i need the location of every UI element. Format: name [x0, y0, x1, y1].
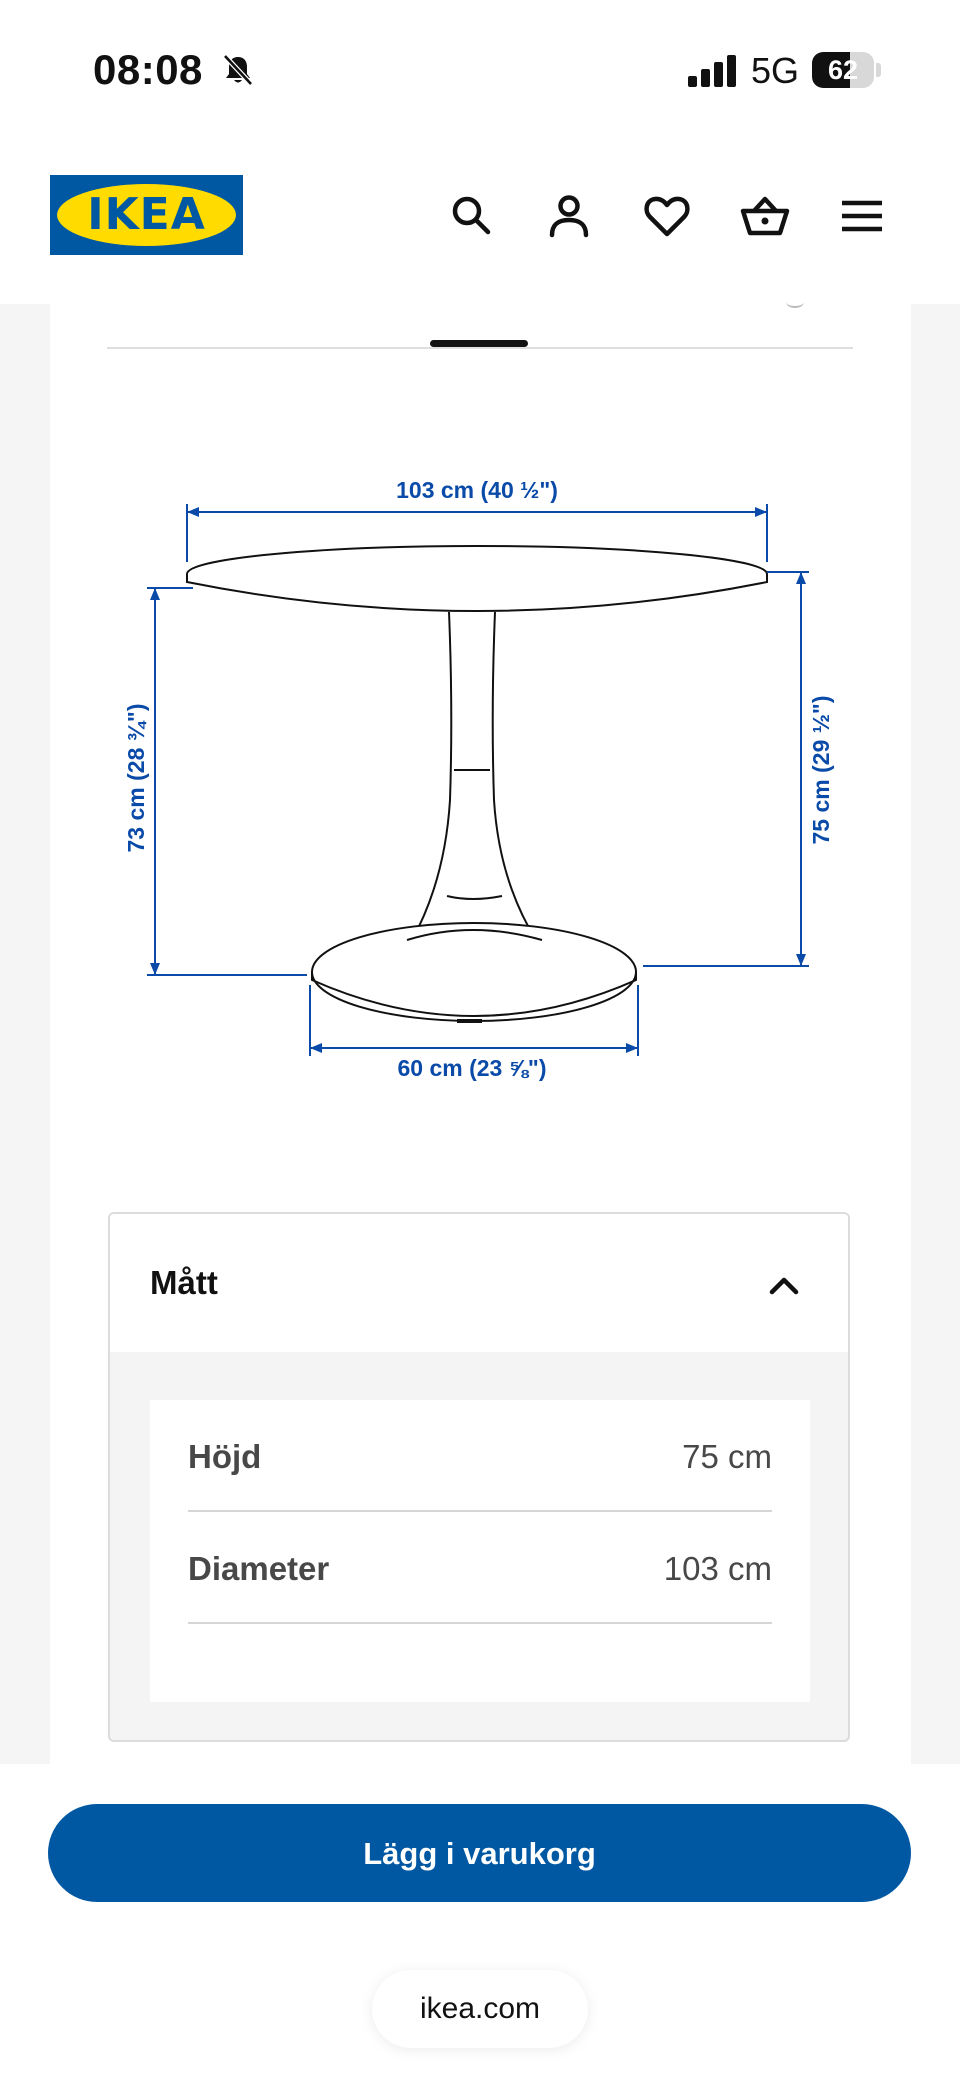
bell-slash-icon [223, 54, 253, 86]
spec-row-height: Höjd 75 cm [188, 1400, 772, 1512]
browser-url-bar[interactable]: ikea.com [372, 1970, 588, 2048]
battery-cap [876, 63, 881, 77]
left-height-label: 73 cm (28 ¾") [123, 704, 149, 853]
accordion-header[interactable]: Mått [110, 1214, 848, 1352]
accordion-body: Höjd 75 cm Diameter 103 cm [150, 1400, 810, 1702]
dimensions-accordion: Mått Höjd 75 cm Diameter 103 cm [108, 1212, 850, 1742]
site-header: IKEA [0, 140, 960, 304]
ikea-logo[interactable]: IKEA [50, 175, 243, 255]
partial-icon [786, 296, 804, 308]
dimension-diagram: 103 cm (40 ½") 73 cm (28 ¾") 75 cm (29 ½… [123, 477, 834, 1081]
status-time: 08:08 [93, 46, 203, 93]
accordion-title: Mått [150, 1264, 218, 1301]
status-bar: 08:08 5G 62 [0, 0, 960, 140]
heart-icon[interactable] [642, 191, 692, 241]
chevron-up-icon[interactable] [767, 1268, 801, 1302]
spec-label: Höjd [188, 1438, 262, 1475]
spec-label: Diameter [188, 1550, 330, 1587]
spec-row-diameter: Diameter 103 cm [188, 1512, 772, 1624]
spec-value: 103 cm [663, 1550, 772, 1587]
logo-text: IKEA [87, 189, 206, 240]
spec-value: 75 cm [682, 1438, 772, 1475]
network-type: 5G [751, 50, 800, 91]
top-width-label: 103 cm (40 ½") [396, 477, 558, 503]
menu-icon[interactable] [837, 191, 887, 241]
search-icon[interactable] [446, 191, 496, 241]
table-drawing [186, 545, 768, 1023]
cellular-signal-icon [688, 55, 736, 87]
carousel-indicator[interactable] [430, 340, 528, 347]
base-width-label: 60 cm (23 ⅝") [398, 1055, 547, 1081]
account-icon[interactable] [544, 191, 594, 241]
add-to-cart-button[interactable]: Lägg i varukorg [48, 1804, 911, 1902]
section-divider [107, 347, 853, 349]
battery-percent: 62 [827, 55, 859, 85]
basket-icon[interactable] [740, 191, 790, 241]
right-height-label: 75 cm (29 ½") [808, 696, 834, 845]
battery-indicator: 62 [812, 52, 874, 88]
